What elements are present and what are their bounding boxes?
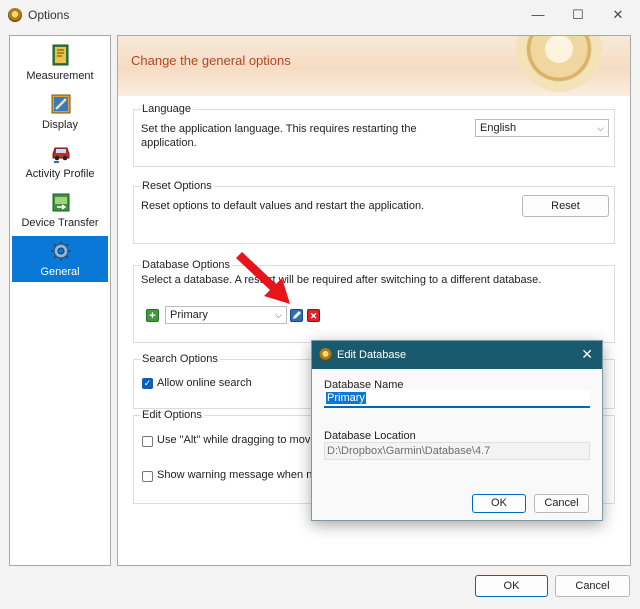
database-description: Select a database. A restart will be req… [141,274,542,286]
ok-button[interactable]: OK [475,575,548,597]
close-dialog-icon[interactable]: ✕ [581,346,593,363]
sidebar-item-label: Device Transfer [21,217,99,229]
sidebar-item-device-transfer[interactable]: Device Transfer [12,187,108,233]
measurement-book-icon [52,44,69,66]
edit-group-title: Edit Options [141,409,204,421]
minimize-button[interactable]: — [518,4,558,26]
allow-online-search-checkbox[interactable]: ✓ [142,378,153,389]
show-warning-checkbox[interactable] [142,471,153,482]
show-warning-label: Show warning message when no [157,469,319,481]
window-titlebar: Options — ☐ ✕ [0,0,640,30]
language-group-title: Language [141,103,193,115]
window-footer: OK Cancel [0,566,640,609]
sidebar-item-display[interactable]: Display [12,89,108,135]
sidebar-item-activity-profile[interactable]: Activity Profile [12,138,108,184]
database-location-field: D:\Dropbox\Garmin\Database\4.7 [324,442,590,460]
maximize-button[interactable]: ☐ [558,4,598,26]
sidebar-item-label: General [40,266,80,278]
database-name-value: Primary [326,392,366,404]
sidebar-item-label: Display [41,119,79,131]
sidebar-item-label: Activity Profile [25,168,95,180]
reset-button[interactable]: Reset [522,195,609,217]
close-window-button[interactable]: ✕ [598,4,638,26]
reset-group-title: Reset Options [141,180,214,192]
sidebar-item-label: Measurement [26,70,94,82]
activity-car-icon [52,147,70,163]
allow-online-search-label: Allow online search [157,377,252,389]
language-description-line1: Set the application language. This requi… [141,123,417,135]
search-group-title: Search Options [141,353,220,365]
display-paint-icon [51,94,71,114]
reset-group: Reset Options Reset options to default v… [133,180,615,244]
delete-database-icon[interactable]: ✕ [307,309,320,322]
database-selected-value: Primary [170,309,208,321]
database-group: Database Options Select a database. A re… [133,259,615,343]
header-banner: Change the general options [118,36,630,96]
language-group: Language Set the application language. T… [133,103,615,167]
sidebar-item-measurement[interactable]: Measurement [12,40,108,86]
add-database-icon[interactable]: + [146,309,159,322]
edit-database-dialog: Edit Database ✕ Database Name Primary Da… [311,340,603,521]
compass-icon [516,36,602,92]
language-selected-value: English [480,122,517,134]
device-transfer-icon [52,193,70,212]
database-location-label: Database Location [324,430,416,442]
language-select[interactable]: English ⌵ [475,119,609,137]
dialog-ok-button[interactable]: OK [472,494,526,513]
dialog-title: Edit Database [337,349,407,361]
page-title: Change the general options [131,53,291,68]
edit-pencil-icon[interactable] [290,309,303,322]
general-gear-icon [51,241,71,261]
alt-drag-checkbox[interactable] [142,436,153,447]
language-description-line2: application. [141,137,197,149]
alt-drag-label: Use "Alt" while dragging to move [157,434,317,446]
options-sidebar: Measurement Display Activity Profile Dev… [9,35,111,566]
chevron-down-icon: ⌵ [597,123,604,133]
dialog-cancel-button[interactable]: Cancel [534,494,589,513]
app-logo-icon [8,8,22,22]
sidebar-item-general[interactable]: General [12,236,108,282]
database-name-input[interactable]: Primary [324,390,590,408]
database-group-title: Database Options [141,259,233,271]
red-arrow-annotation [236,252,290,304]
app-logo-icon [319,348,332,361]
reset-description: Reset options to default values and rest… [141,200,425,212]
dialog-titlebar: Edit Database ✕ [312,341,602,369]
window-title: Options [28,8,70,22]
cancel-button[interactable]: Cancel [555,575,630,597]
